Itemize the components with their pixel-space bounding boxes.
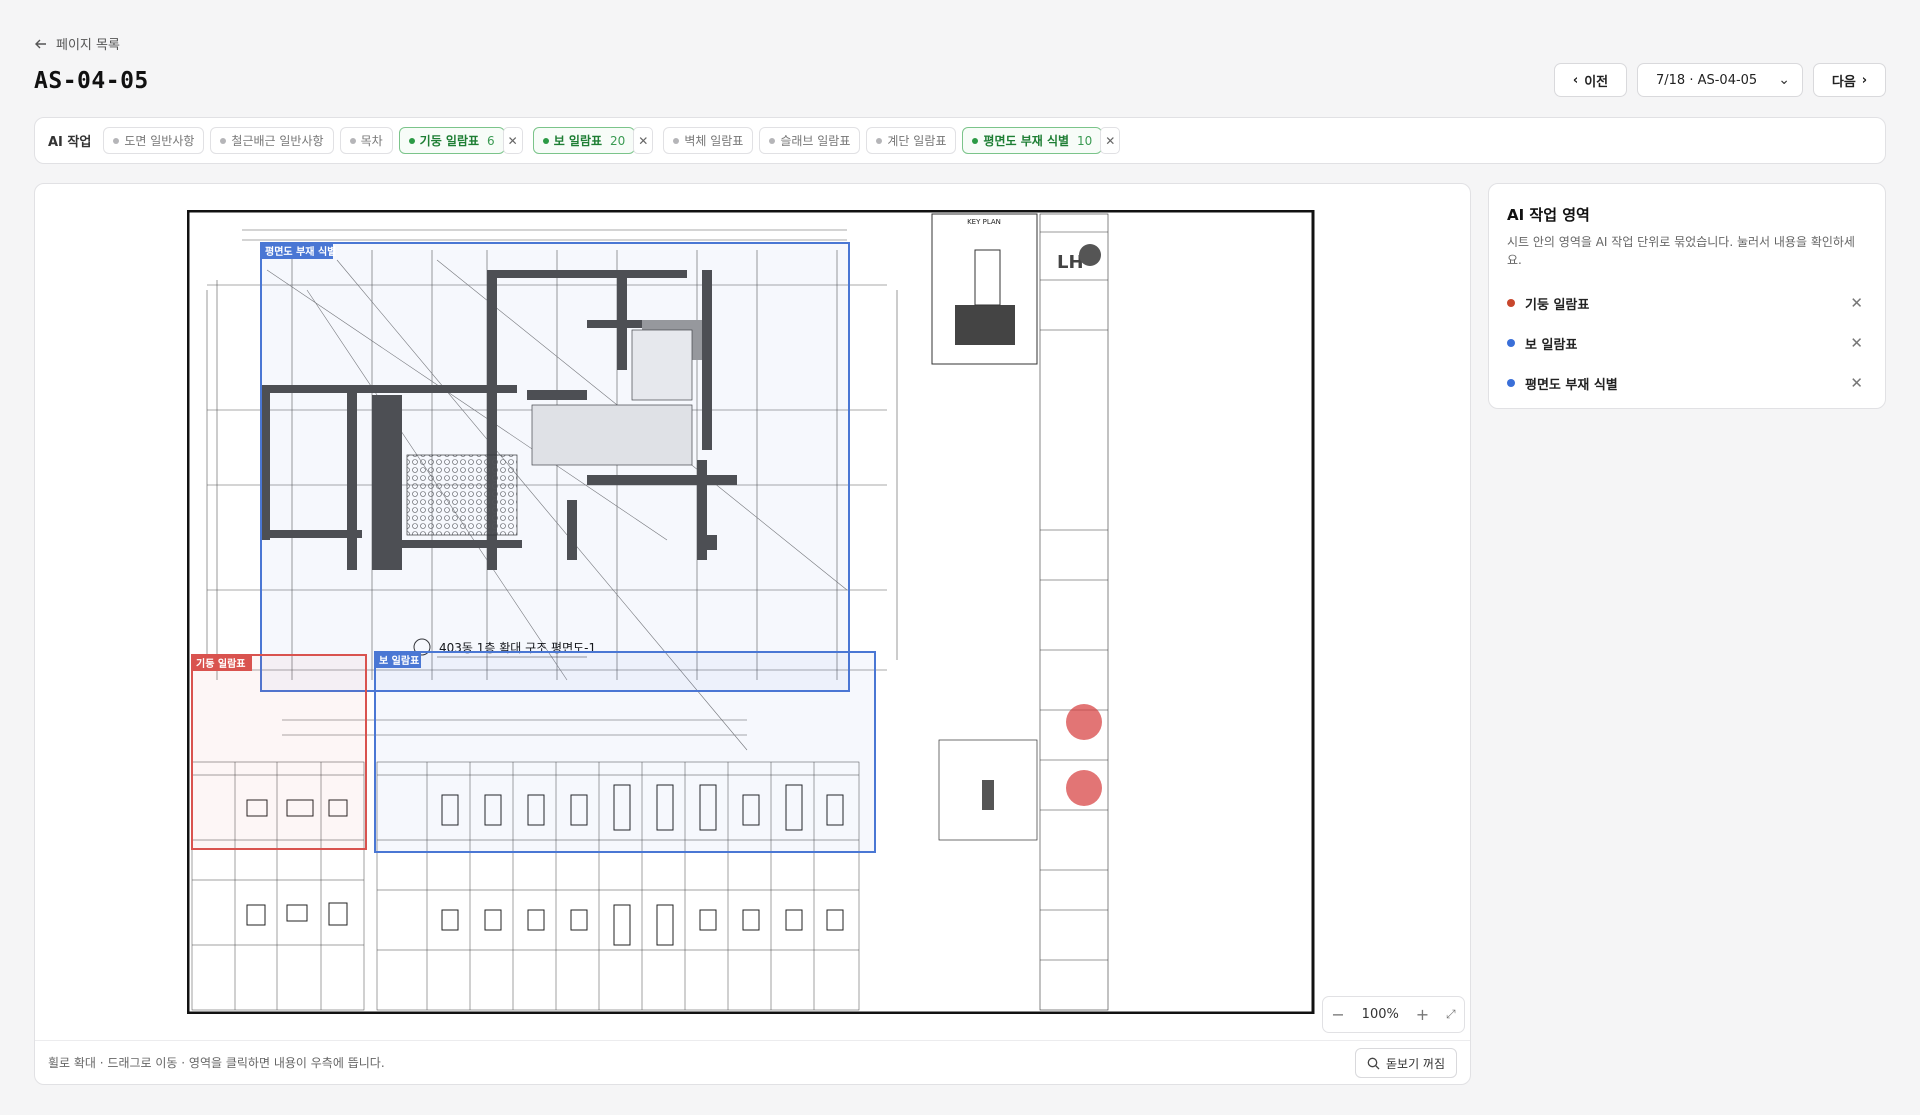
panel-title: AI 작업 영역 <box>1507 206 1590 224</box>
red-seal-1 <box>1066 704 1102 740</box>
chip-label: 평면도 부재 식별 <box>983 134 1070 148</box>
close-icon[interactable]: ✕ <box>1850 334 1863 352</box>
zoom-out-button[interactable]: − <box>1331 1005 1344 1024</box>
close-icon: ✕ <box>1105 133 1116 148</box>
region-item-plan[interactable]: 평면도 부재 식별 ✕ <box>1507 363 1867 403</box>
region-label-column: 기둥 일람표 <box>196 657 245 670</box>
ai-task-bar: AI 작업 도면 일반사항 철근배근 일반사항 목차 기둥 일람표 6 ✕ 보 일… <box>34 117 1886 164</box>
chip-plan-member-id[interactable]: 평면도 부재 식별 10 <box>962 127 1103 154</box>
viewer-hint: 휠로 확대 · 드래그로 이동 · 영역을 클릭하면 내용이 우측에 뜹니다. <box>48 1056 385 1070</box>
back-link-label: 페이지 목록 <box>56 38 120 53</box>
ai-region-panel: AI 작업 영역 시트 안의 영역을 AI 작업 단위로 묶었습니다. 눌러서 … <box>1488 183 1886 409</box>
chip-drawing-general[interactable]: 도면 일반사항 <box>103 127 205 154</box>
page-select-value: 7/18 · AS-04-05 <box>1656 72 1758 88</box>
region-column-schedule[interactable] <box>191 654 367 850</box>
key-plan-label: KEY PLAN <box>967 218 1001 226</box>
region-item-column[interactable]: 기둥 일람표 ✕ <box>1507 283 1867 323</box>
page-navigation: ‹ 이전 7/18 · AS-04-05 ⌄ 다음 › <box>1554 63 1886 97</box>
chip-label: 벽체 일람표 <box>684 134 744 148</box>
status-dot-icon <box>349 137 356 144</box>
chip-column-schedule[interactable]: 기둥 일람표 6 <box>398 127 505 154</box>
ai-task-label: AI 작업 <box>48 135 92 150</box>
status-dot-icon <box>1507 339 1515 347</box>
chip-stair-schedule[interactable]: 계단 일람표 <box>866 127 957 154</box>
key-plan-building <box>955 305 1015 345</box>
chip-label: 계단 일람표 <box>887 134 947 148</box>
status-dot-icon <box>113 137 120 144</box>
lh-logo-mark <box>1079 244 1101 266</box>
region-label-plan: 평면도 부재 식별 <box>265 245 336 258</box>
chip-label: 기둥 일람표 <box>419 134 480 148</box>
region-plan-member-id[interactable] <box>260 242 850 692</box>
magnifier-label: 돋보기 꺼짐 <box>1385 1056 1445 1071</box>
chip-count: 10 <box>1077 133 1093 148</box>
page-select[interactable]: 7/18 · AS-04-05 ⌄ <box>1637 63 1803 97</box>
magnifier-toggle-button[interactable]: 돋보기 꺼짐 <box>1354 1048 1457 1078</box>
chevron-right-icon: › <box>1861 72 1868 88</box>
chip-wall-schedule[interactable]: 벽체 일람표 <box>663 127 754 154</box>
close-icon[interactable]: ✕ <box>1850 374 1863 392</box>
fullscreen-icon[interactable]: ⤢ <box>1446 1007 1456 1022</box>
region-item-label: 보 일람표 <box>1525 337 1578 353</box>
prev-label: 이전 <box>1584 74 1609 90</box>
remove-beam-schedule-button[interactable]: ✕ <box>633 127 654 154</box>
close-icon: ✕ <box>638 133 649 148</box>
zoom-controls: − 100% + ⤢ <box>1322 996 1465 1033</box>
close-icon: ✕ <box>507 133 518 148</box>
status-dot-icon <box>1507 299 1515 307</box>
status-dot-icon <box>220 137 227 144</box>
next-page-button[interactable]: 다음 › <box>1813 63 1886 97</box>
search-icon <box>1367 1057 1380 1069</box>
zoom-in-button[interactable]: + <box>1416 1005 1429 1024</box>
chip-slab-schedule[interactable]: 슬래브 일람표 <box>759 127 861 154</box>
remove-column-schedule-button[interactable]: ✕ <box>502 127 523 154</box>
status-dot-icon <box>1507 379 1515 387</box>
chip-label: 목차 <box>360 134 383 148</box>
chip-label: 보 일람표 <box>553 134 603 148</box>
page-title: AS-04-05 <box>34 68 149 94</box>
chip-label: 철근배근 일반사항 <box>231 134 324 148</box>
structural-drawing[interactable]: 403동 1층 확대 구조 평면도-1 KEY PLAN LH 평면도 부재 식… <box>187 210 1352 1014</box>
chevron-left-icon: ‹ <box>1572 72 1579 88</box>
back-to-page-list-link[interactable]: 페이지 목록 <box>34 34 120 53</box>
red-seal-2 <box>1066 770 1102 806</box>
status-dot-icon <box>673 137 680 144</box>
region-item-label: 기둥 일람표 <box>1525 297 1590 313</box>
remove-plan-member-id-button[interactable]: ✕ <box>1100 127 1121 154</box>
arrow-left-icon <box>35 39 46 48</box>
panel-description: 시트 안의 영역을 AI 작업 단위로 묶었습니다. 눌러서 내용을 확인하세요… <box>1507 235 1855 267</box>
detail-section <box>982 780 994 810</box>
zoom-level: 100% <box>1361 1007 1399 1022</box>
status-dot-icon <box>542 137 549 144</box>
chip-beam-schedule[interactable]: 보 일람표 20 <box>532 127 636 154</box>
chip-toc[interactable]: 목차 <box>339 127 393 154</box>
chip-count: 6 <box>487 133 495 148</box>
region-label-beam: 보 일람표 <box>379 654 419 667</box>
region-item-label: 평면도 부재 식별 <box>1525 377 1618 393</box>
close-icon[interactable]: ✕ <box>1850 294 1863 312</box>
chip-label: 슬래브 일람표 <box>780 134 851 148</box>
chip-rebar-general[interactable]: 철근배근 일반사항 <box>210 127 334 154</box>
viewer-footer: 휠로 확대 · 드래그로 이동 · 영역을 클릭하면 내용이 우측에 뜹니다. … <box>35 1040 1470 1084</box>
drawing-viewer[interactable]: 403동 1층 확대 구조 평면도-1 KEY PLAN LH 평면도 부재 식… <box>34 183 1471 1085</box>
status-dot-icon <box>972 137 979 144</box>
status-dot-icon <box>876 137 883 144</box>
region-list: 기둥 일람표 ✕ 보 일람표 ✕ 평면도 부재 식별 ✕ <box>1507 283 1867 403</box>
region-beam-schedule[interactable] <box>374 651 876 853</box>
status-dot-icon <box>769 137 776 144</box>
prev-page-button[interactable]: ‹ 이전 <box>1554 63 1627 97</box>
status-dot-icon <box>408 137 415 144</box>
chip-count: 20 <box>610 133 626 148</box>
chip-label: 도면 일반사항 <box>124 134 195 148</box>
region-item-beam[interactable]: 보 일람표 ✕ <box>1507 323 1867 363</box>
next-label: 다음 <box>1831 74 1856 90</box>
chevron-down-icon: ⌄ <box>1778 72 1790 88</box>
